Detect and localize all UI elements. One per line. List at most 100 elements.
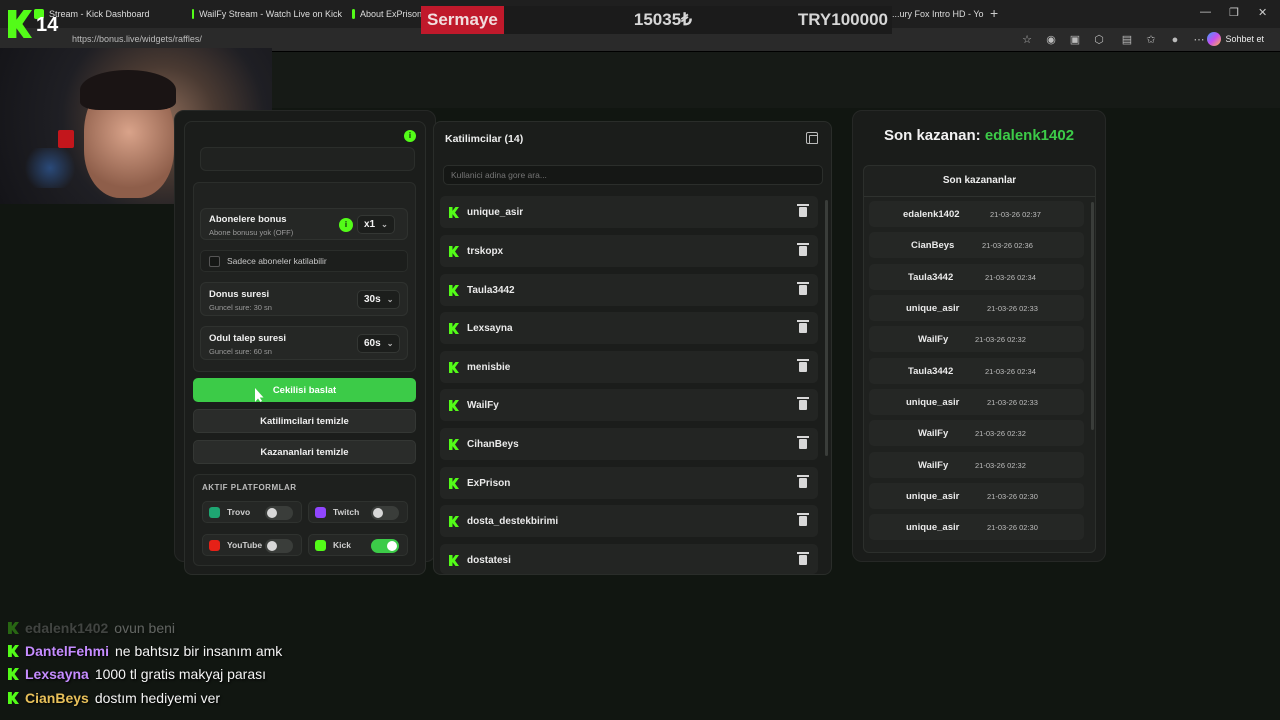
- copilot-icon: [1207, 32, 1222, 46]
- delete-icon[interactable]: [797, 320, 809, 333]
- participant-row: Lexsayna: [440, 312, 818, 344]
- kick-icon: [449, 478, 459, 489]
- chat-text: ovun beni: [114, 620, 176, 636]
- participant-row: CihanBeys: [440, 428, 818, 460]
- participant-row: trskopx: [440, 235, 818, 267]
- page-header-band: [272, 52, 1280, 108]
- chat-text: 1000 tl gratis makyaj parası: [94, 666, 267, 682]
- last-winner-name: edalenk1402: [984, 127, 1075, 144]
- chat-message: DantelFehmi ne bahtsız bir insanım amk: [8, 641, 282, 661]
- kick-icon: [8, 668, 19, 680]
- youtube-toggle[interactable]: [265, 539, 293, 553]
- winner-row: WailFy 21-03-26 02:32: [869, 452, 1084, 478]
- winner-row: unique_asir 21-03-26 02:30: [869, 514, 1084, 540]
- winner-row: WailFy 21-03-26 02:32: [869, 420, 1084, 446]
- extension-icon[interactable]: ▣: [1068, 33, 1082, 47]
- clear-winners-button[interactable]: Kazananlari temizle: [193, 440, 416, 464]
- info-icon[interactable]: i: [339, 218, 353, 232]
- participants-scrollbar[interactable]: [825, 200, 828, 456]
- copy-icon[interactable]: [806, 132, 818, 144]
- puzzle-icon[interactable]: ⬡: [1092, 33, 1106, 47]
- new-tab-icon[interactable]: +: [990, 5, 998, 21]
- kick-icon: [449, 362, 459, 373]
- kick-favicon-icon: [352, 9, 355, 19]
- claim-duration-dropdown[interactable]: 60s ⌄: [357, 334, 401, 353]
- winner-row: unique_asir 21-03-26 02:30: [869, 483, 1084, 509]
- subs-only-checkbox-row[interactable]: Sadece aboneler katilabilir: [200, 250, 408, 272]
- subs-only-checkbox[interactable]: [209, 256, 220, 267]
- kick-icon: [449, 516, 459, 527]
- chat-message: CianBeys dostım hediyemi ver: [8, 688, 220, 708]
- close-window-icon[interactable]: ✕: [1258, 6, 1267, 19]
- chat-username: CianBeys: [25, 690, 89, 706]
- winners-scrollbar[interactable]: [1091, 202, 1094, 430]
- copilot-chat-button[interactable]: Sohbet et: [1207, 32, 1264, 46]
- setting-subtitle: Guncel sure: 30 sn: [209, 303, 272, 312]
- start-raffle-button[interactable]: Cekilisi baslat: [193, 378, 416, 402]
- active-platforms-section: AKTIF PLATFORMLAR Trovo Twitch YouTube K…: [193, 474, 416, 566]
- delete-icon[interactable]: [797, 552, 809, 565]
- draw-duration-dropdown[interactable]: 30s ⌄: [357, 290, 401, 309]
- delete-icon[interactable]: [797, 282, 809, 295]
- bonus-multiplier-dropdown[interactable]: x1 ⌄: [357, 215, 395, 234]
- delete-icon[interactable]: [797, 513, 809, 526]
- delete-icon[interactable]: [797, 359, 809, 372]
- participant-row: Taula3442: [440, 274, 818, 306]
- participant-row: menisbie: [440, 351, 818, 383]
- participant-row: WailFy: [440, 389, 818, 421]
- twitch-icon: [315, 507, 326, 518]
- minimize-icon[interactable]: —: [1200, 6, 1211, 18]
- tab-label: About ExPrison: [359, 9, 422, 19]
- winner-row: edalenk1402 21-03-26 02:37: [869, 201, 1084, 227]
- setting-title: Donus suresi: [209, 289, 270, 300]
- split-screen-icon[interactable]: ▤: [1120, 33, 1134, 47]
- youtube-icon: [209, 540, 220, 551]
- clear-participants-button[interactable]: Katilimcilari temizle: [193, 409, 416, 433]
- chat-text: ne bahtsız bir insanım amk: [115, 643, 283, 659]
- favorites-icon[interactable]: ✩: [1144, 33, 1158, 47]
- delete-icon[interactable]: [797, 475, 809, 488]
- profile-icon[interactable]: ●: [1168, 33, 1182, 47]
- recent-winners-title: Son kazananlar: [942, 175, 1017, 186]
- chat-username: edalenk1402: [25, 620, 109, 636]
- setting-subtitle: Guncel sure: 60 sn: [209, 347, 272, 356]
- extension-icon[interactable]: ◉: [1044, 33, 1058, 47]
- trovo-toggle[interactable]: [265, 506, 293, 520]
- sermaye-overlay: Sermaye 15035₺ TRY100000: [421, 6, 892, 34]
- setting-subtitle: Abone bonusu yok (OFF): [209, 228, 294, 237]
- participants-title: Katilimcilar (14): [445, 133, 524, 145]
- kick-icon: [449, 439, 459, 450]
- delete-icon[interactable]: [797, 204, 809, 217]
- info-icon[interactable]: i: [404, 130, 416, 142]
- chat-username: DantelFehmi: [25, 643, 110, 659]
- channel-number: 14: [36, 14, 59, 36]
- star-icon[interactable]: ☆: [1020, 33, 1034, 47]
- kick-icon: [8, 692, 19, 704]
- twitch-toggle[interactable]: [371, 506, 399, 520]
- platforms-title: AKTIF PLATFORMLAR: [202, 483, 297, 492]
- kick-icon: [449, 246, 459, 257]
- keyword-field[interactable]: [200, 147, 415, 171]
- chevron-down-icon: ⌄: [386, 295, 394, 304]
- turkish-flag-icon: [58, 130, 74, 148]
- tab-wailfy-stream[interactable]: WailFy Stream - Watch Live on Kick: [192, 4, 342, 24]
- tab-about-exprison[interactable]: About ExPrison: [352, 4, 422, 24]
- divider: [864, 196, 1095, 197]
- delete-icon[interactable]: [797, 436, 809, 449]
- subscriber-bonus-setting: Abonelere bonus Abone bonusu yok (OFF) i…: [200, 208, 408, 240]
- delete-icon[interactable]: [797, 397, 809, 410]
- tab-youtube-video[interactable]: ...ury Fox Intro HD - YouTube: [892, 4, 984, 24]
- maximize-icon[interactable]: ❐: [1229, 6, 1239, 19]
- winner-row: unique_asir 21-03-26 02:33: [869, 295, 1084, 321]
- participant-search-input[interactable]: [443, 165, 823, 185]
- platform-twitch: Twitch: [308, 501, 408, 523]
- winner-row: Taula3442 21-03-26 02:34: [869, 264, 1084, 290]
- chat-message: Lexsayna 1000 tl gratis makyaj parası: [8, 664, 266, 684]
- tab-label: ...ury Fox Intro HD - YouTube: [892, 9, 984, 19]
- url-field[interactable]: https://bonus.live/widgets/raffles/: [72, 34, 202, 44]
- platform-kick: Kick: [308, 534, 408, 556]
- kick-toggle[interactable]: [371, 539, 399, 553]
- more-options-icon[interactable]: ⋯: [1192, 33, 1206, 47]
- chevron-down-icon: ⌄: [386, 339, 394, 348]
- delete-icon[interactable]: [797, 243, 809, 256]
